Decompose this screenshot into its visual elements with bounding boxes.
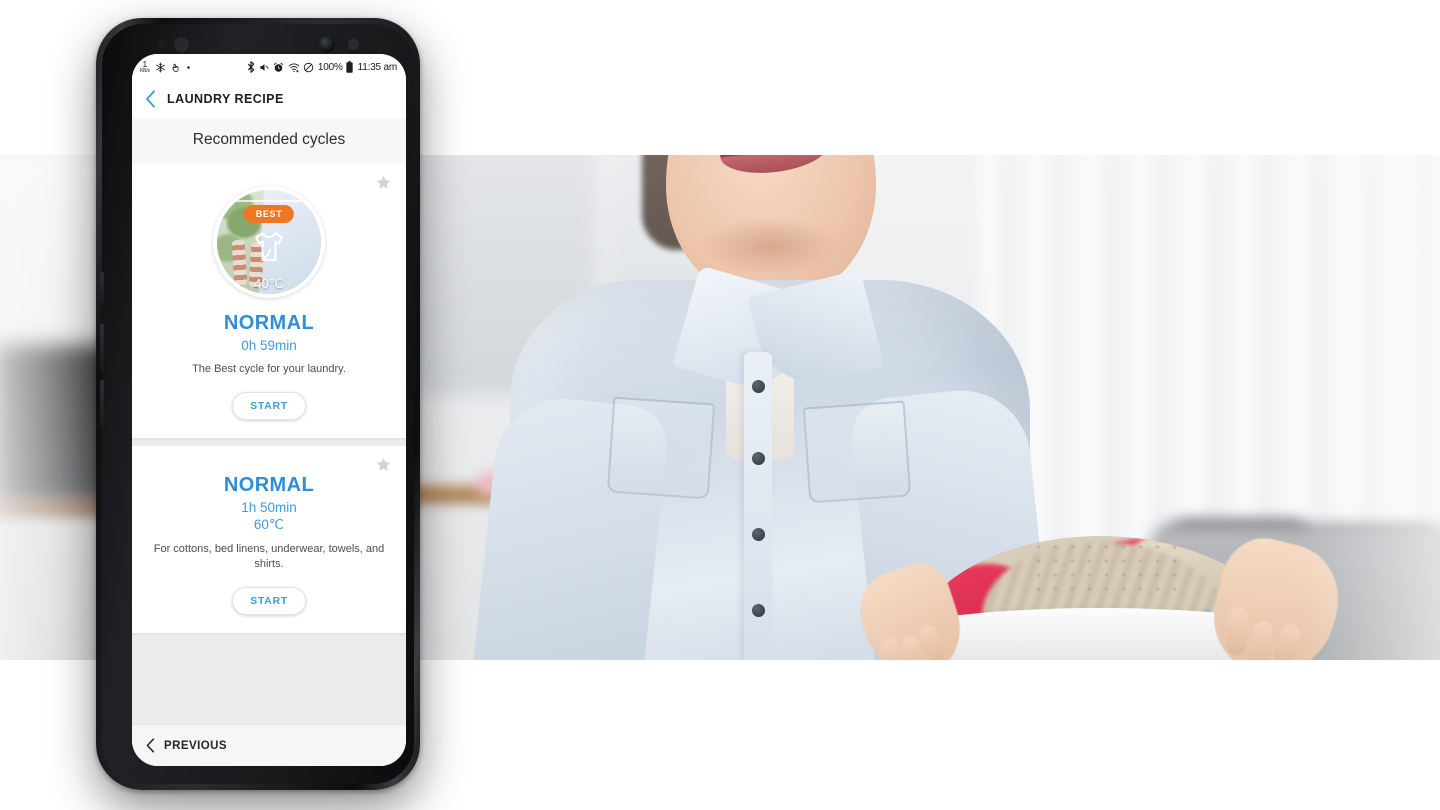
finger <box>1225 606 1249 656</box>
previous-button[interactable]: PREVIOUS <box>164 740 227 752</box>
basket-perforations <box>1030 540 1180 592</box>
status-bar-left: 1 KB/s <box>140 60 191 74</box>
bottom-bar: PREVIOUS <box>132 724 406 766</box>
smartthings-app: 1 KB/s 100% 11:35 am LAUNDRY RECIPE Reco… <box>132 54 406 766</box>
led-indicator <box>214 41 221 48</box>
clothes-line <box>217 200 321 202</box>
app-bar: LAUNDRY RECIPE <box>132 80 406 118</box>
cycle-thumbnail: BEST 40℃ <box>213 186 325 298</box>
shirt-pocket-right <box>802 400 912 504</box>
cycle-description: For cottons, bed linens, underwear, towe… <box>153 542 385 570</box>
cycle-name: NORMAL <box>223 473 315 496</box>
sensor <box>348 39 359 50</box>
shirt-button <box>752 528 765 541</box>
chevron-left-icon[interactable] <box>146 738 155 753</box>
start-button[interactable]: START <box>232 391 306 420</box>
cycle-temperature: 60℃ <box>253 516 285 532</box>
phone-sensor-row <box>132 36 406 60</box>
cycle-duration: 0h 59min <box>241 338 297 353</box>
clock: 11:35 am <box>357 61 398 73</box>
battery-percent: 100% <box>317 61 343 73</box>
star-icon[interactable] <box>375 456 392 473</box>
do-not-disturb-icon <box>303 62 314 73</box>
phone-frame: 1 KB/s 100% 11:35 am LAUNDRY RECIPE Reco… <box>100 24 414 784</box>
finger <box>1271 621 1303 660</box>
iris-scanner <box>174 37 189 52</box>
light-sensor <box>198 40 207 49</box>
wifi-icon <box>288 62 300 73</box>
start-button[interactable]: START <box>232 586 306 615</box>
shirt-button <box>752 604 765 617</box>
bixby-button[interactable] <box>100 272 104 306</box>
hand-touch-icon <box>171 62 181 73</box>
snowflake-icon <box>155 62 166 73</box>
cycle-description: The Best cycle for your laundry. <box>192 363 346 375</box>
mute-icon <box>259 62 270 73</box>
cycle-name: NORMAL <box>223 312 315 334</box>
laundry-basket-group <box>849 529 1351 660</box>
tshirt-icon <box>249 228 289 273</box>
volume-down-button[interactable] <box>100 380 104 428</box>
cycle-card-list[interactable]: BEST 40℃ NORMAL 0h 59min The Best cycle … <box>132 164 406 724</box>
cycle-card[interactable]: BEST 40℃ NORMAL 0h 59min The Best cycle … <box>132 164 406 438</box>
shirt-button <box>752 380 765 393</box>
status-bar: 1 KB/s 100% 11:35 am <box>132 54 406 80</box>
star-icon[interactable] <box>375 174 392 191</box>
data-rate-indicator: 1 KB/s <box>140 60 150 74</box>
finger <box>878 636 904 660</box>
section-heading: Recommended cycles <box>132 118 406 164</box>
phone-device: 1 KB/s 100% 11:35 am LAUNDRY RECIPE Reco… <box>96 18 420 790</box>
finger <box>1246 620 1275 660</box>
status-bar-right: 100% 11:35 am <box>247 61 397 73</box>
laundry-photo: BEST 40℃ <box>217 190 321 294</box>
best-badge: BEST <box>243 205 295 223</box>
photo-fade-right <box>1300 155 1440 660</box>
cycle-card[interactable]: NORMAL 1h 50min 60℃ For cottons, bed lin… <box>132 445 406 633</box>
alarm-icon <box>273 62 284 73</box>
shirt-pocket-left <box>606 396 716 500</box>
back-chevron-icon[interactable] <box>145 90 156 108</box>
front-camera-icon <box>318 36 335 53</box>
data-rate-unit: KB/s <box>140 67 150 74</box>
volume-up-button[interactable] <box>100 324 104 372</box>
thumbnail-temperature: 40℃ <box>254 276 284 291</box>
chin-shadow <box>700 216 840 276</box>
battery-icon <box>346 61 353 73</box>
page-title: LAUNDRY RECIPE <box>167 92 284 106</box>
shirt-button <box>752 452 765 465</box>
proximity-sensor <box>158 41 165 48</box>
screenshot-canvas: 1 KB/s 100% 11:35 am LAUNDRY RECIPE Reco… <box>0 0 1440 810</box>
bluetooth-icon <box>247 61 255 73</box>
cycle-duration: 1h 50min <box>241 499 297 515</box>
dot-icon <box>186 65 191 70</box>
phone-screen: 1 KB/s 100% 11:35 am LAUNDRY RECIPE Reco… <box>132 54 406 766</box>
